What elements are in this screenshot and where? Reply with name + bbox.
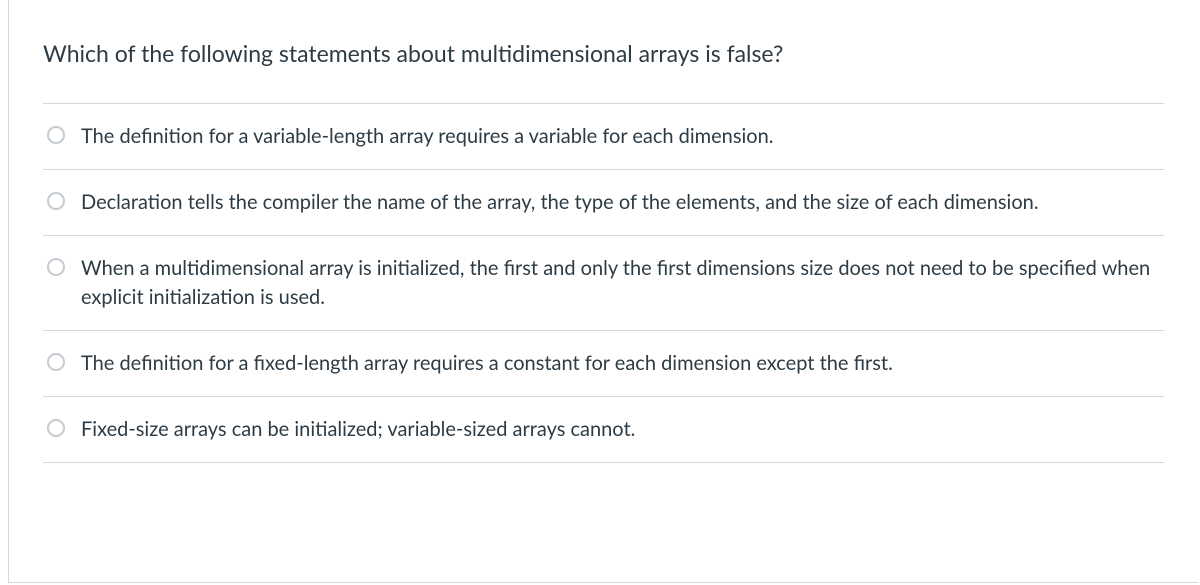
option-label: When a multidimensional array is initial… — [81, 254, 1164, 312]
radio-icon[interactable] — [47, 258, 65, 276]
option-label: Declaration tells the compiler the name … — [81, 188, 1039, 217]
option-row-2[interactable]: When a multidimensional array is initial… — [43, 235, 1164, 330]
option-row-0[interactable]: The definition for a variable-length arr… — [43, 103, 1164, 169]
option-row-1[interactable]: Declaration tells the compiler the name … — [43, 169, 1164, 235]
question-text: Which of the following statements about … — [9, 0, 1198, 103]
radio-icon[interactable] — [47, 126, 65, 144]
radio-icon[interactable] — [47, 353, 65, 371]
option-label: The definition for a variable-length arr… — [81, 122, 774, 151]
question-card: Which of the following statements about … — [8, 0, 1198, 583]
options-list: The definition for a variable-length arr… — [9, 103, 1198, 483]
option-row-3[interactable]: The definition for a fixed-length array … — [43, 330, 1164, 396]
radio-icon[interactable] — [47, 419, 65, 437]
option-label: The definition for a fixed-length array … — [81, 349, 893, 378]
radio-icon[interactable] — [47, 192, 65, 210]
option-label: Fixed-size arrays can be initialized; va… — [81, 415, 635, 444]
option-row-4[interactable]: Fixed-size arrays can be initialized; va… — [43, 396, 1164, 463]
